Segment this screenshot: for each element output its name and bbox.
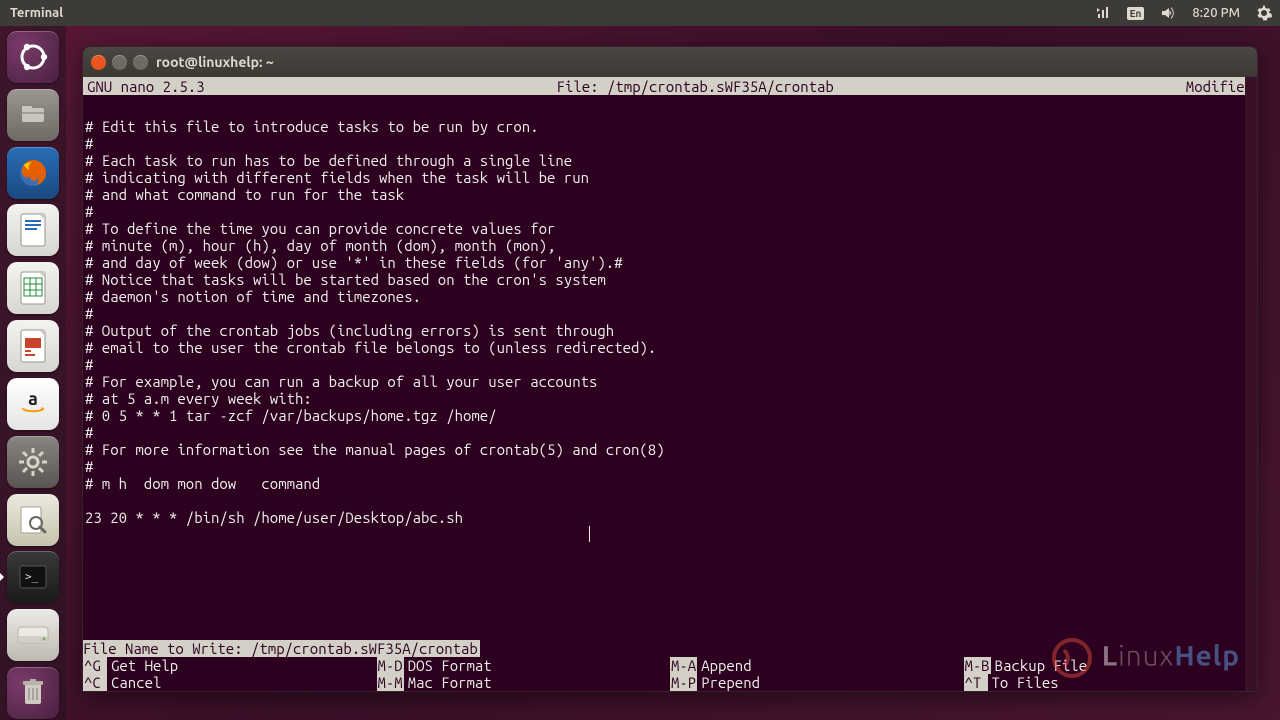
terminal-body[interactable]: GNU nano 2.5.3 File: /tmp/crontab.sWF35A… xyxy=(83,77,1257,691)
keyboard-indicator[interactable]: En xyxy=(1119,0,1153,26)
nano-save-prompt[interactable]: File Name to Write: /tmp/crontab.sWF35A/… xyxy=(83,640,1257,657)
nano-shortcut-desc: Get Help xyxy=(107,657,178,674)
window-title: root@linuxhelp: ~ xyxy=(156,54,274,70)
nano-shortcut: ^CCancel xyxy=(83,674,377,691)
window-close-button[interactable] xyxy=(91,55,106,70)
nano-shortcut-key: M-D xyxy=(377,657,404,674)
window-titlebar[interactable]: root@linuxhelp: ~ xyxy=(83,47,1257,77)
nano-shortcut-key: M-P xyxy=(670,674,697,691)
nano-shortcut: ^GGet Help xyxy=(83,657,377,674)
launcher-libreoffice-writer[interactable] xyxy=(6,203,60,257)
nano-shortcuts-row1: ^GGet HelpM-DDOS FormatM-AAppendM-BBacku… xyxy=(83,657,1257,674)
nano-shortcut-key: ^T xyxy=(964,674,988,691)
window-maximize-button[interactable] xyxy=(133,55,148,70)
session-indicator[interactable] xyxy=(1248,0,1280,26)
nano-shortcut: ^TTo Files xyxy=(964,674,1258,691)
nano-content[interactable]: # Edit this file to introduce tasks to b… xyxy=(83,95,1257,528)
launcher-search-lens[interactable] xyxy=(6,493,60,547)
nano-shortcut-desc: To Files xyxy=(988,674,1059,691)
nano-header: GNU nano 2.5.3 File: /tmp/crontab.sWF35A… xyxy=(83,77,1257,95)
nano-shortcut-key: M-M xyxy=(377,674,404,691)
launcher: a >_ xyxy=(0,26,66,720)
network-indicator[interactable] xyxy=(1087,0,1119,26)
launcher-system-settings[interactable] xyxy=(6,435,60,489)
nano-shortcuts-row2: ^CCancelM-MMac FormatM-PPrepend^TTo File… xyxy=(83,674,1257,691)
nano-shortcut-desc: DOS Format xyxy=(404,657,492,674)
nano-shortcut-desc: Prepend xyxy=(697,674,760,691)
nano-shortcut: M-DDOS Format xyxy=(377,657,671,674)
nano-prompt-text: File Name to Write: /tmp/crontab.sWF35A/… xyxy=(83,640,480,657)
window-minimize-button[interactable] xyxy=(112,55,127,70)
nano-shortcut-desc: Backup File xyxy=(991,657,1087,674)
launcher-amazon[interactable]: a xyxy=(6,377,60,431)
nano-shortcut: M-PPrepend xyxy=(670,674,964,691)
active-app-title: Terminal xyxy=(0,6,63,20)
nano-shortcut-key: ^C xyxy=(83,674,107,691)
nano-shortcut-desc: Append xyxy=(697,657,751,674)
launcher-files[interactable] xyxy=(6,88,60,142)
nano-shortcut: M-BBackup File xyxy=(964,657,1258,674)
launcher-external-drive[interactable] xyxy=(6,608,60,662)
svg-text:a: a xyxy=(28,389,38,409)
launcher-ubuntu-dash[interactable] xyxy=(6,30,60,84)
nano-shortcut-key: M-A xyxy=(670,657,697,674)
svg-text:>_: >_ xyxy=(25,570,39,583)
launcher-trash[interactable] xyxy=(6,666,60,720)
nano-shortcut: M-AAppend xyxy=(670,657,964,674)
nano-file-label: File: /tmp/crontab.sWF35A/crontab xyxy=(205,78,1186,95)
launcher-libreoffice-calc[interactable] xyxy=(6,261,60,315)
nano-version: GNU nano 2.5.3 xyxy=(87,78,205,95)
top-panel: Terminal En 8:20 PM xyxy=(0,0,1280,26)
nano-shortcut-desc: Cancel xyxy=(107,674,161,691)
clock[interactable]: 8:20 PM xyxy=(1184,0,1248,26)
terminal-scrollbar[interactable] xyxy=(1245,77,1257,691)
nano-footer: File Name to Write: /tmp/crontab.sWF35A/… xyxy=(83,640,1257,691)
nano-shortcut-key: M-B xyxy=(964,657,991,674)
nano-status: Modified xyxy=(1186,78,1253,95)
launcher-terminal[interactable]: >_ xyxy=(6,550,60,604)
nano-shortcut-key: ^G xyxy=(83,657,107,674)
launcher-libreoffice-impress[interactable] xyxy=(6,319,60,373)
terminal-window: root@linuxhelp: ~ GNU nano 2.5.3 File: /… xyxy=(82,46,1258,692)
text-cursor xyxy=(589,526,590,542)
nano-shortcut-desc: Mac Format xyxy=(404,674,492,691)
launcher-firefox[interactable] xyxy=(6,146,60,200)
nano-shortcut: M-MMac Format xyxy=(377,674,671,691)
sound-indicator[interactable] xyxy=(1152,0,1184,26)
